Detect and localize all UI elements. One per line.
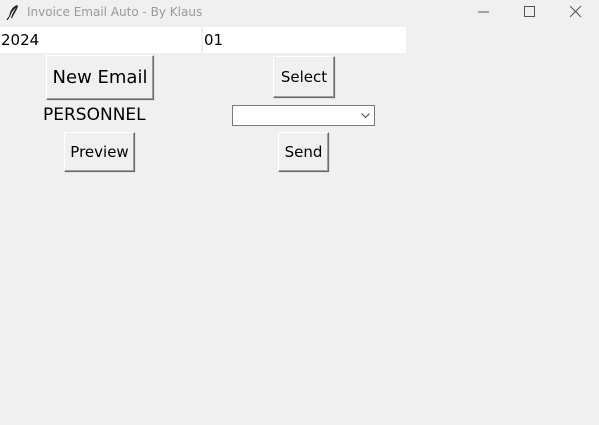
maximize-icon xyxy=(524,6,535,17)
personnel-dropdown[interactable] xyxy=(232,105,375,126)
close-button[interactable] xyxy=(553,0,599,24)
preview-button[interactable]: Preview xyxy=(64,132,135,172)
month-input[interactable]: 01 xyxy=(203,27,406,53)
chevron-down-icon xyxy=(361,113,370,119)
personnel-label: PERSONNEL xyxy=(43,105,146,125)
minimize-icon xyxy=(478,11,489,13)
window-title: Invoice Email Auto - By Klaus xyxy=(27,5,203,19)
year-input[interactable]: 2024 xyxy=(0,27,201,53)
title-bar[interactable]: Invoice Email Auto - By Klaus xyxy=(0,0,599,24)
maximize-button[interactable] xyxy=(507,0,553,24)
feather-icon xyxy=(6,4,20,21)
minimize-button[interactable] xyxy=(461,0,507,24)
send-button[interactable]: Send xyxy=(278,132,329,172)
new-email-button[interactable]: New Email xyxy=(46,55,154,100)
select-button[interactable]: Select xyxy=(273,56,335,98)
close-icon xyxy=(570,6,582,18)
